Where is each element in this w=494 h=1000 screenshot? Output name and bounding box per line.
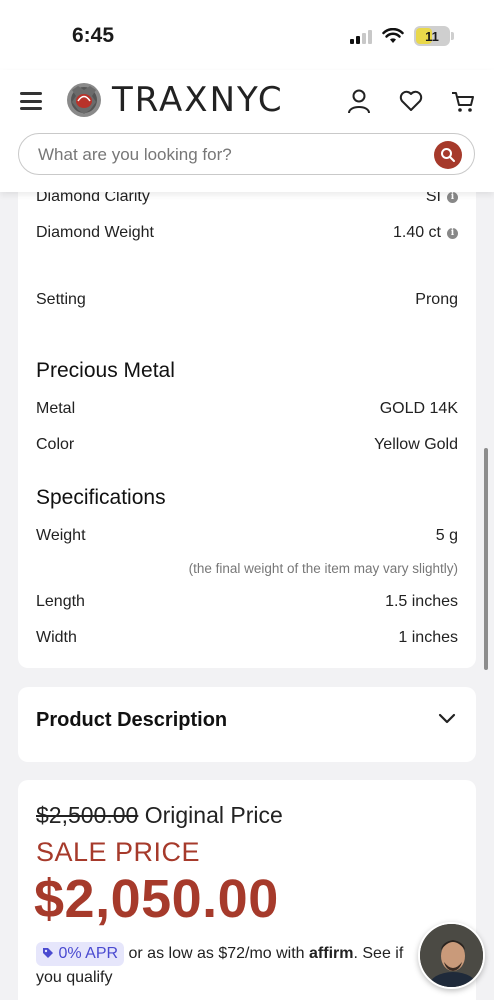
brand-logo[interactable]: TRAXNYC (62, 80, 284, 120)
spec-label: Width (36, 629, 77, 646)
chat-agent-avatar[interactable] (418, 922, 485, 989)
status-time: 6:45 (72, 24, 115, 47)
sale-price-label: SALE PRICE (36, 837, 201, 867)
price-card: $2,500.00 Original Price SALE PRICE $2,0… (18, 780, 476, 1000)
spec-row-setting: Setting Prong (36, 291, 458, 309)
scrollbar[interactable] (484, 448, 488, 670)
weight-note: (the final weight of the item may vary s… (188, 561, 458, 576)
spec-label: Metal (36, 400, 76, 417)
product-description-accordion[interactable]: Product Description (18, 687, 476, 762)
spec-row-weight: Weight 5 g (36, 527, 458, 545)
status-indicators: 11 (350, 26, 454, 46)
original-price-amount: $2,500.00 (36, 802, 139, 828)
battery-icon: 11 (414, 26, 454, 46)
spec-row-width: Width 1 inches (36, 629, 458, 647)
spec-row-diamond-weight: Diamond Weight 1.40 ct i (36, 224, 458, 242)
info-icon[interactable]: i (447, 191, 458, 203)
info-icon[interactable]: i (447, 227, 458, 239)
battery-level: 11 (425, 28, 439, 44)
affirm-financing[interactable]: 0% APR or as low as $72/mo with affirm. … (36, 942, 426, 990)
section-title-specifications: Specifications (36, 486, 166, 509)
spec-value: 1.40 ct (392, 224, 441, 241)
cart-icon[interactable] (450, 88, 476, 114)
search-bar[interactable]: What are you looking for? (18, 133, 475, 175)
spec-label: Length (36, 593, 85, 610)
brand-name: TRAXNYC (112, 80, 284, 120)
site-header: TRAXNYC What are you looking for? (0, 70, 494, 192)
wifi-icon (382, 28, 404, 43)
spec-value: GOLD 14K (379, 400, 458, 417)
search-button[interactable] (434, 141, 462, 169)
cellular-signal-icon (350, 28, 372, 44)
original-price: $2,500.00 Original Price (36, 802, 283, 829)
section-title-precious-metal: Precious Metal (36, 359, 175, 382)
affirm-text-1: or as low as $72/mo with (128, 945, 305, 962)
spec-row-metal: Metal GOLD 14K (36, 400, 458, 418)
apr-badge: 0% APR (36, 942, 125, 966)
tag-icon (43, 948, 53, 958)
spec-row-length: Length 1.5 inches (36, 593, 458, 611)
spec-value: 5 g (435, 527, 458, 544)
search-input[interactable]: What are you looking for? (38, 145, 232, 165)
wishlist-heart-icon[interactable] (398, 88, 424, 114)
brand-logo-mark (67, 83, 101, 117)
spec-label: Weight (36, 527, 86, 544)
spec-value: 1 inches (398, 629, 458, 646)
status-bar: 6:45 11 (0, 0, 494, 70)
spec-value: Prong (415, 291, 458, 308)
header-actions (346, 88, 476, 114)
product-description-title: Product Description (36, 709, 228, 731)
search-icon (441, 148, 455, 162)
menu-icon[interactable] (20, 92, 42, 110)
spec-value: 1.5 inches (385, 593, 458, 610)
chevron-down-icon[interactable] (438, 713, 456, 725)
spec-value: Yellow Gold (374, 436, 458, 453)
apr-text: 0% APR (58, 945, 119, 962)
account-icon[interactable] (346, 88, 372, 114)
affirm-logo: affirm (309, 945, 354, 962)
original-price-label: Original Price (144, 802, 283, 828)
sale-price-amount: $2,050.00 (34, 869, 279, 929)
product-specs-card: Diamond Clarity SI i Diamond Weight 1.40 … (18, 150, 476, 668)
spec-label: Color (36, 436, 75, 453)
spec-label: Setting (36, 291, 86, 308)
spec-label: Diamond Weight (36, 224, 154, 241)
spec-row-color: Color Yellow Gold (36, 436, 458, 454)
